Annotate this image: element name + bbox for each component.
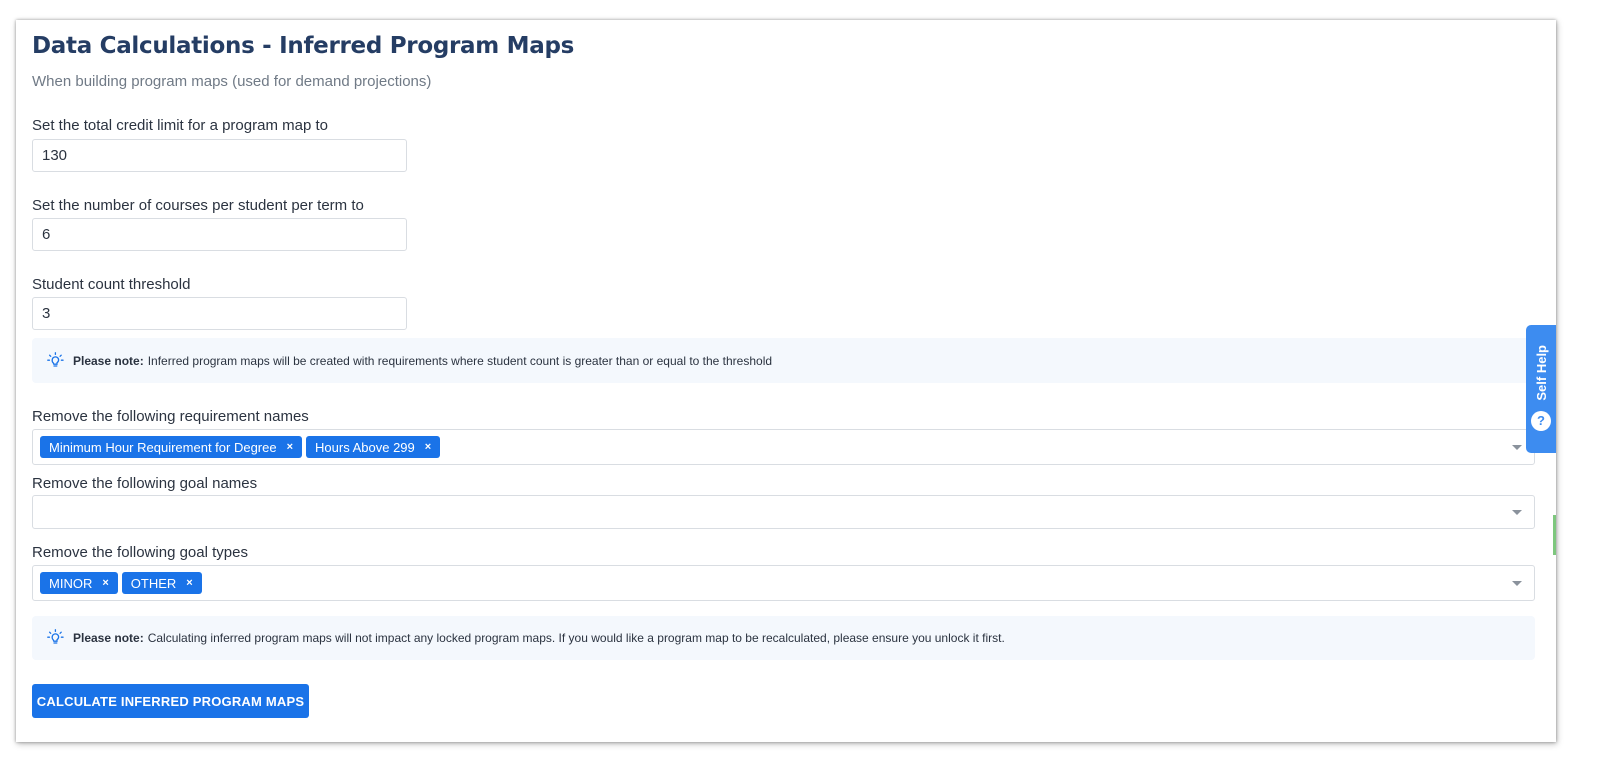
remove-requirements-label: Remove the following requirement names [32, 408, 309, 425]
page-subtitle: When building program maps (used for dem… [32, 73, 432, 90]
side-widget-edge [1553, 515, 1556, 555]
lightbulb-icon [46, 628, 66, 648]
note-bold-prefix: Please note: [73, 631, 144, 645]
chevron-down-icon[interactable] [1512, 445, 1522, 450]
tag-goal-type: OTHER × [121, 572, 202, 594]
remove-goal-names-select[interactable] [32, 495, 1535, 529]
remove-goal-types-select[interactable]: MINOR × OTHER × [32, 565, 1535, 601]
tag-goal-type: MINOR × [40, 572, 118, 594]
chevron-down-icon[interactable] [1512, 581, 1522, 586]
remove-goal-names-label: Remove the following goal names [32, 475, 258, 492]
remove-requirements-select[interactable]: Minimum Hour Requirement for Degree × Ho… [32, 429, 1535, 465]
note-bold-prefix: Please note: [73, 353, 144, 368]
courses-per-term-label: Set the number of courses per student pe… [32, 197, 364, 214]
tag-remove-icon[interactable]: × [102, 577, 108, 589]
self-help-tab[interactable]: Self Help ? [1526, 325, 1556, 453]
courses-per-term-input[interactable] [32, 218, 407, 251]
lightbulb-icon [46, 351, 66, 371]
tag-requirement: Minimum Hour Requirement for Degree × [40, 436, 303, 458]
remove-goal-types-label: Remove the following goal types [32, 544, 248, 561]
tag-remove-icon[interactable]: × [287, 441, 293, 453]
chevron-down-icon[interactable] [1512, 510, 1522, 515]
note-text: Inferred program maps will be created wi… [147, 353, 773, 368]
tag-requirement: Hours Above 299 × [306, 436, 441, 458]
student-threshold-label: Student count threshold [32, 276, 191, 293]
calculate-inferred-maps-button[interactable]: CALCULATE INFERRED PROGRAM MAPS [32, 684, 309, 718]
threshold-note: Please note: Inferred program maps will … [32, 338, 1535, 383]
note-text: Calculating inferred program maps will n… [147, 631, 1005, 645]
credit-limit-label: Set the total credit limit for a program… [32, 117, 328, 134]
locked-maps-note: Please note: Calculating inferred progra… [32, 616, 1535, 660]
self-help-label: Self Help [1533, 345, 1549, 401]
tag-remove-icon[interactable]: × [425, 441, 431, 453]
help-question-icon: ? [1531, 410, 1551, 431]
settings-card: Data Calculations - Inferred Program Map… [16, 20, 1556, 742]
student-threshold-input[interactable] [32, 297, 407, 330]
credit-limit-input[interactable] [32, 139, 407, 172]
tag-remove-icon[interactable]: × [186, 577, 192, 589]
page-title: Data Calculations - Inferred Program Map… [32, 33, 574, 59]
